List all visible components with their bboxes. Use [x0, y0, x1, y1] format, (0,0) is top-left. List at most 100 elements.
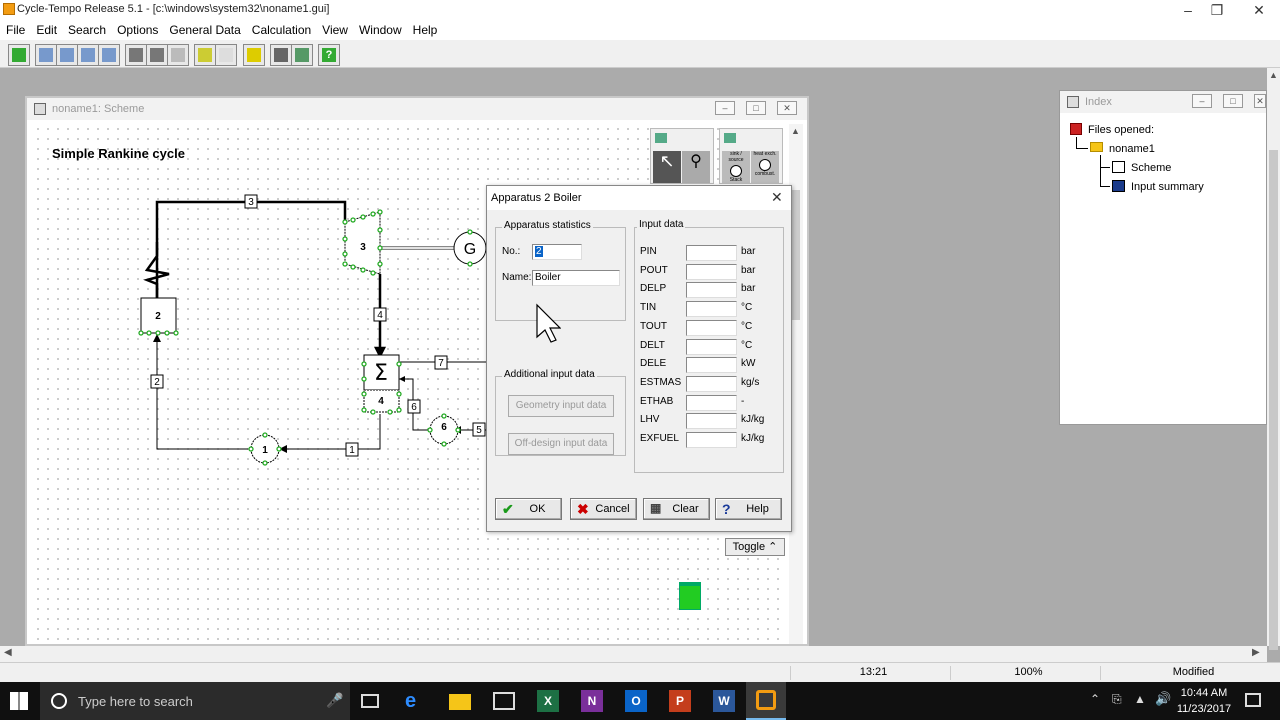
- pointer-tool-icon[interactable]: ↖: [653, 151, 681, 183]
- onenote-icon[interactable]: N: [581, 690, 603, 712]
- folder-icon: [1090, 142, 1103, 152]
- scheme-maximize-button[interactable]: □: [746, 101, 766, 115]
- tree-item-input-summary[interactable]: Input summary: [1131, 181, 1204, 193]
- powerpoint-icon[interactable]: P: [669, 690, 691, 712]
- menu-calculation[interactable]: Calculation: [246, 20, 316, 37]
- main-vertical-scrollbar[interactable]: ▲: [1267, 68, 1280, 650]
- menu-window[interactable]: Window: [353, 20, 407, 37]
- input-pout-field[interactable]: [686, 263, 737, 280]
- input-lhv-label: LHV: [640, 414, 660, 426]
- task-view-icon[interactable]: [361, 694, 379, 708]
- network-icon[interactable]: ⎘: [1112, 692, 1122, 707]
- trash-icon[interactable]: [679, 582, 701, 610]
- select-icon[interactable]: [35, 44, 57, 66]
- additional-input-group: Additional input data Geometry input dat…: [495, 369, 626, 456]
- sink-source-tool-icon[interactable]: sink / source Stack: [722, 151, 750, 183]
- apparatus-4-label: 4: [378, 396, 384, 407]
- tree-item-scheme[interactable]: Scheme: [1131, 162, 1171, 174]
- index-maximize-button[interactable]: □: [1223, 94, 1243, 108]
- input-delp-label: DELP: [640, 283, 667, 295]
- copy-icon[interactable]: [56, 44, 78, 66]
- input-dele-field[interactable]: [686, 357, 737, 374]
- main-horizontal-scrollbar[interactable]: ◀ ▶: [0, 646, 1267, 662]
- windows-start-icon[interactable]: [10, 692, 28, 710]
- pipe-7-label: 7: [438, 358, 444, 369]
- print-icon[interactable]: [270, 44, 292, 66]
- input-delp-field[interactable]: [686, 282, 737, 299]
- status-bar: 13:21 100% Modified: [0, 662, 1280, 682]
- input-exfuel-field[interactable]: [686, 432, 737, 448]
- zoom-tool-icon[interactable]: ⚲: [682, 151, 710, 183]
- scheme-close-button[interactable]: ✕: [777, 101, 797, 115]
- input-estmas-unit: kg/s: [741, 376, 760, 388]
- cancel-button[interactable]: ✖ Cancel: [570, 498, 637, 520]
- tree-item-noname1[interactable]: noname1: [1109, 143, 1155, 155]
- apparatus-1-label: 1: [262, 445, 268, 456]
- menu-view[interactable]: View: [316, 20, 353, 37]
- input-pin-field[interactable]: [686, 245, 737, 261]
- toggle-button[interactable]: Toggle ⌃: [725, 538, 785, 556]
- help-icon[interactable]: ?: [318, 44, 340, 66]
- input-estmas-field[interactable]: [686, 375, 737, 392]
- geometry-input-button[interactable]: Geometry input data: [508, 395, 614, 417]
- clock-time[interactable]: 10:44 AM: [1175, 687, 1233, 699]
- help-button[interactable]: ? Help: [715, 498, 782, 520]
- no-field[interactable]: 2: [532, 244, 582, 260]
- wand-disabled-icon[interactable]: [215, 44, 237, 66]
- name-field[interactable]: Boiler: [532, 270, 620, 286]
- new-scheme-icon[interactable]: [8, 44, 30, 66]
- close-button[interactable]: ✕: [1236, 0, 1280, 20]
- connect-icon[interactable]: [146, 44, 168, 66]
- input-pout-unit: bar: [741, 264, 756, 276]
- search-box[interactable]: Type here to search 🎤: [40, 682, 350, 720]
- index-close-button[interactable]: ✕: [1254, 94, 1266, 108]
- edge-icon[interactable]: e: [405, 690, 427, 712]
- paste-icon[interactable]: [77, 44, 99, 66]
- input-lhv-field[interactable]: [686, 413, 737, 430]
- input-delp-unit: bar: [741, 283, 756, 295]
- align-icon[interactable]: [167, 44, 189, 66]
- scheme-minimize-button[interactable]: –: [715, 101, 735, 115]
- microphone-icon[interactable]: 🎤: [326, 692, 343, 709]
- app-icon: [3, 3, 15, 15]
- volume-icon[interactable]: 🔊: [1155, 691, 1171, 707]
- input-estmas-label: ESTMAS: [640, 376, 682, 388]
- table-icon[interactable]: [291, 44, 313, 66]
- menu-general-data[interactable]: General Data: [163, 20, 245, 37]
- input-delt-field[interactable]: [686, 338, 737, 355]
- menu-options[interactable]: Options: [111, 20, 163, 37]
- move-icon[interactable]: [98, 44, 120, 66]
- cut-icon[interactable]: [125, 44, 147, 66]
- clock-date[interactable]: 11/23/2017: [1175, 703, 1233, 715]
- file-explorer-icon[interactable]: [449, 694, 471, 710]
- store-icon[interactable]: [493, 692, 515, 710]
- input-tin-field[interactable]: [686, 301, 737, 318]
- menu-search[interactable]: Search: [62, 20, 111, 37]
- clear-button[interactable]: ▦ Clear: [643, 498, 710, 520]
- menu-edit[interactable]: Edit: [30, 20, 62, 37]
- index-minimize-button[interactable]: –: [1192, 94, 1212, 108]
- tray-chevron-icon[interactable]: ⌃: [1090, 692, 1100, 706]
- notifications-icon[interactable]: [1245, 693, 1261, 707]
- input-delt-unit: °C: [741, 339, 753, 351]
- input-pin-unit: bar: [741, 246, 756, 257]
- input-lhv-unit: kJ/kg: [741, 414, 765, 426]
- menu-file[interactable]: File: [0, 20, 30, 37]
- ok-button[interactable]: ✔ OK: [495, 498, 562, 520]
- input-ethab-field[interactable]: [686, 394, 737, 411]
- dialog-close-icon[interactable]: ✕: [771, 189, 783, 206]
- input-dele-unit: kW: [741, 358, 756, 370]
- input-tout-label: TOUT: [640, 320, 668, 332]
- input-tout-field[interactable]: [686, 319, 737, 336]
- excel-icon[interactable]: X: [537, 690, 559, 712]
- wifi-icon[interactable]: ▲: [1134, 692, 1146, 706]
- heat-exchanger-tool-icon[interactable]: heat exch. combust.: [751, 151, 779, 183]
- offdesign-input-button[interactable]: Off-design input data: [508, 433, 614, 455]
- cycle-tempo-taskbar-icon[interactable]: [746, 682, 786, 720]
- calculate-icon[interactable]: [243, 44, 265, 66]
- outlook-icon[interactable]: O: [625, 690, 647, 712]
- wand-icon[interactable]: [194, 44, 216, 66]
- word-icon[interactable]: W: [713, 690, 735, 712]
- menu-help[interactable]: Help: [407, 20, 443, 37]
- restore-button[interactable]: ❐: [1194, 0, 1240, 20]
